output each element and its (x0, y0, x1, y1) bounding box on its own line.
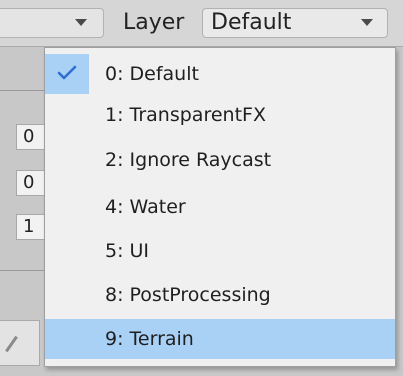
check-icon (45, 54, 89, 94)
edit-button[interactable] (0, 320, 40, 366)
tag-dropdown[interactable] (0, 8, 104, 38)
chevron-down-icon (361, 19, 373, 26)
layer-label: Layer (123, 10, 185, 35)
divider (0, 90, 46, 91)
menu-item-ignore-raycast[interactable]: 2: Ignore Raycast (45, 140, 395, 180)
menu-item-ui[interactable]: 5: UI (45, 231, 395, 271)
menu-item-terrain[interactable]: 9: Terrain (45, 319, 395, 359)
menu-item-label: 1: TransparentFX (105, 104, 266, 126)
pencil-icon (5, 335, 18, 353)
layer-dropdown[interactable]: Default (202, 8, 388, 38)
menu-item-label: 0: Default (105, 63, 199, 85)
menu-item-label: 9: Terrain (105, 328, 194, 350)
layer-dropdown-value: Default (211, 10, 292, 35)
menu-item-default[interactable]: 0: Default (45, 54, 395, 94)
position-x-field[interactable]: 0 (16, 124, 46, 150)
menu-item-water[interactable]: 4: Water (45, 187, 395, 227)
chevron-down-icon (75, 19, 87, 26)
menu-item-label: 8: PostProcessing (105, 284, 271, 306)
menu-item-postprocessing[interactable]: 8: PostProcessing (45, 275, 395, 315)
menu-item-label: 5: UI (105, 240, 150, 262)
position-y-field[interactable]: 0 (16, 170, 46, 196)
divider (0, 270, 46, 271)
menu-item-transparentfx[interactable]: 1: TransparentFX (45, 95, 395, 135)
menu-item-label: 4: Water (105, 196, 186, 218)
menu-item-label: 2: Ignore Raycast (105, 149, 272, 171)
layer-dropdown-menu: 0: Default 1: TransparentFX 2: Ignore Ra… (44, 47, 396, 367)
position-z-field[interactable]: 1 (16, 214, 46, 240)
toolbar: Layer Default (0, 0, 403, 47)
